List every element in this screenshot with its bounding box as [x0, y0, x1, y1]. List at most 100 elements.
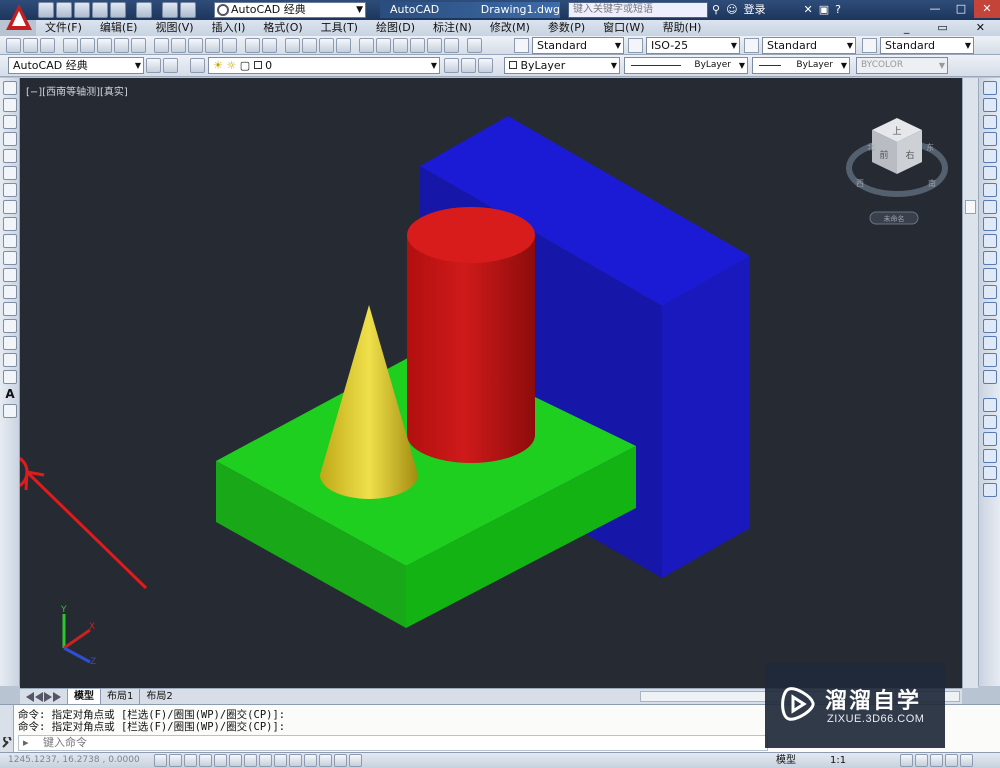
red-cylinder-solid[interactable]: [407, 207, 535, 463]
undo-icon[interactable]: [245, 38, 260, 53]
viewcube[interactable]: 上 前 右 西 南 北 东 未命名: [846, 118, 948, 225]
doc-minimize-button[interactable]: _: [895, 20, 919, 36]
prev-tab-icon[interactable]: [35, 692, 43, 702]
menu-tools[interactable]: 工具(T): [312, 20, 367, 36]
help-icon[interactable]: [467, 38, 482, 53]
polygon-icon[interactable]: [3, 132, 17, 146]
construction-line-icon[interactable]: [3, 98, 17, 112]
join-icon[interactable]: [983, 302, 997, 316]
user-icon[interactable]: ☺: [726, 2, 737, 18]
publish-icon[interactable]: [97, 38, 112, 53]
gradient-icon[interactable]: [3, 336, 17, 350]
multiline-text-icon[interactable]: A: [3, 387, 17, 401]
drawing-viewport[interactable]: [−][西南等轴测][真实] 上 前 右 西 南 北 东 未命名 Y X Z: [20, 78, 962, 688]
trim-icon[interactable]: [983, 234, 997, 248]
zoom-previous-icon[interactable]: [336, 38, 351, 53]
table-icon[interactable]: [3, 370, 17, 384]
scrollbar-thumb[interactable]: [965, 200, 976, 214]
layer-previous-icon[interactable]: [461, 58, 476, 73]
autocad-application-menu-icon[interactable]: [4, 2, 34, 32]
chamfer-icon[interactable]: [983, 319, 997, 333]
ortho-icon[interactable]: [199, 754, 212, 767]
menu-file[interactable]: 文件(F): [36, 20, 91, 36]
publish-dwf-icon[interactable]: [131, 38, 146, 53]
cloud-icon[interactable]: [110, 2, 126, 18]
open-icon[interactable]: [23, 38, 38, 53]
rectangle-icon[interactable]: [3, 149, 17, 163]
polar-icon[interactable]: [214, 754, 227, 767]
linetype-select[interactable]: ByLayer ▼: [624, 57, 748, 74]
offset-icon[interactable]: [983, 132, 997, 146]
break-at-point-icon[interactable]: [983, 268, 997, 282]
tab-layout1[interactable]: 布局1: [100, 689, 139, 704]
menu-edit[interactable]: 编辑(E): [91, 20, 147, 36]
sheet-set-icon[interactable]: [410, 38, 425, 53]
explode-icon[interactable]: [983, 370, 997, 384]
layer-properties-icon[interactable]: [190, 58, 205, 73]
line-icon[interactable]: [3, 81, 17, 95]
table-style-icon[interactable]: [744, 38, 759, 53]
close-button[interactable]: ✕: [974, 0, 1000, 18]
match-properties-icon[interactable]: [205, 38, 220, 53]
next-tab-icon[interactable]: [44, 692, 52, 702]
stretch-icon[interactable]: [983, 217, 997, 231]
ellipse-icon[interactable]: [3, 234, 17, 248]
qnew-icon[interactable]: [6, 38, 21, 53]
mleader-style-select[interactable]: Standard ▼: [880, 37, 974, 54]
make-block-icon[interactable]: [3, 285, 17, 299]
bulb-icon[interactable]: [945, 754, 958, 767]
doc-close-button[interactable]: ✕: [967, 20, 994, 36]
fillet-icon[interactable]: [983, 336, 997, 350]
ducs-icon[interactable]: [274, 754, 287, 767]
region-icon[interactable]: [3, 353, 17, 367]
redo-icon[interactable]: [262, 38, 277, 53]
help-icon[interactable]: ?: [835, 2, 841, 18]
command-input[interactable]: ▸ 键入命令: [18, 735, 768, 751]
grid-icon[interactable]: [184, 754, 197, 767]
scale-icon[interactable]: [983, 200, 997, 214]
model-space-button[interactable]: 模型: [776, 753, 796, 768]
new-icon[interactable]: [38, 2, 54, 18]
help-search-input[interactable]: 键入关键字或短语: [568, 2, 708, 18]
binoculars-icon[interactable]: ⚲: [712, 2, 720, 18]
clean-screen-icon[interactable]: [960, 754, 973, 767]
otrack-icon[interactable]: [259, 754, 272, 767]
zoom-realtime-icon[interactable]: [302, 38, 317, 53]
draw-order-icon[interactable]: [983, 398, 997, 412]
bring-above-icon[interactable]: [983, 449, 997, 463]
vertical-scrollbar[interactable]: [962, 78, 978, 688]
mirror-icon[interactable]: [983, 115, 997, 129]
tab-model[interactable]: 模型: [67, 689, 100, 704]
menu-parametric[interactable]: 参数(P): [539, 20, 594, 36]
annotation-scale[interactable]: 1:1: [830, 753, 846, 768]
open-icon[interactable]: [56, 2, 72, 18]
block-editor-icon[interactable]: [222, 38, 237, 53]
login-link[interactable]: 登录: [744, 2, 766, 18]
extend-icon[interactable]: [983, 251, 997, 265]
zoom-window-icon[interactable]: [319, 38, 334, 53]
menu-format[interactable]: 格式(O): [254, 20, 311, 36]
polyline-icon[interactable]: [3, 115, 17, 129]
erase-icon[interactable]: [983, 81, 997, 95]
workspace-select-2[interactable]: AutoCAD 经典 ▼: [8, 57, 144, 74]
3d-osnap-icon[interactable]: [244, 754, 257, 767]
menu-help[interactable]: 帮助(H): [654, 20, 711, 36]
copy-icon[interactable]: [171, 38, 186, 53]
osnap-icon[interactable]: [229, 754, 242, 767]
properties-icon[interactable]: [359, 38, 374, 53]
plot-icon[interactable]: [63, 38, 78, 53]
color-select[interactable]: ByLayer ▼: [504, 57, 620, 74]
bring-to-front-icon[interactable]: [983, 415, 997, 429]
menu-modify[interactable]: 修改(M): [481, 20, 539, 36]
tab-layout2[interactable]: 布局2: [139, 689, 178, 704]
table-style-select[interactable]: Standard ▼: [762, 37, 856, 54]
lock-ui-icon[interactable]: [915, 754, 928, 767]
wrench-icon[interactable]: [2, 737, 13, 748]
point-icon[interactable]: [3, 302, 17, 316]
lineweight-icon[interactable]: [304, 754, 317, 767]
array-icon[interactable]: [983, 149, 997, 163]
save-icon[interactable]: [40, 38, 55, 53]
workspace-select[interactable]: AutoCAD 经典 ▼: [214, 2, 366, 18]
snap-icon[interactable]: [169, 754, 182, 767]
maximize-button[interactable]: □: [948, 0, 974, 18]
